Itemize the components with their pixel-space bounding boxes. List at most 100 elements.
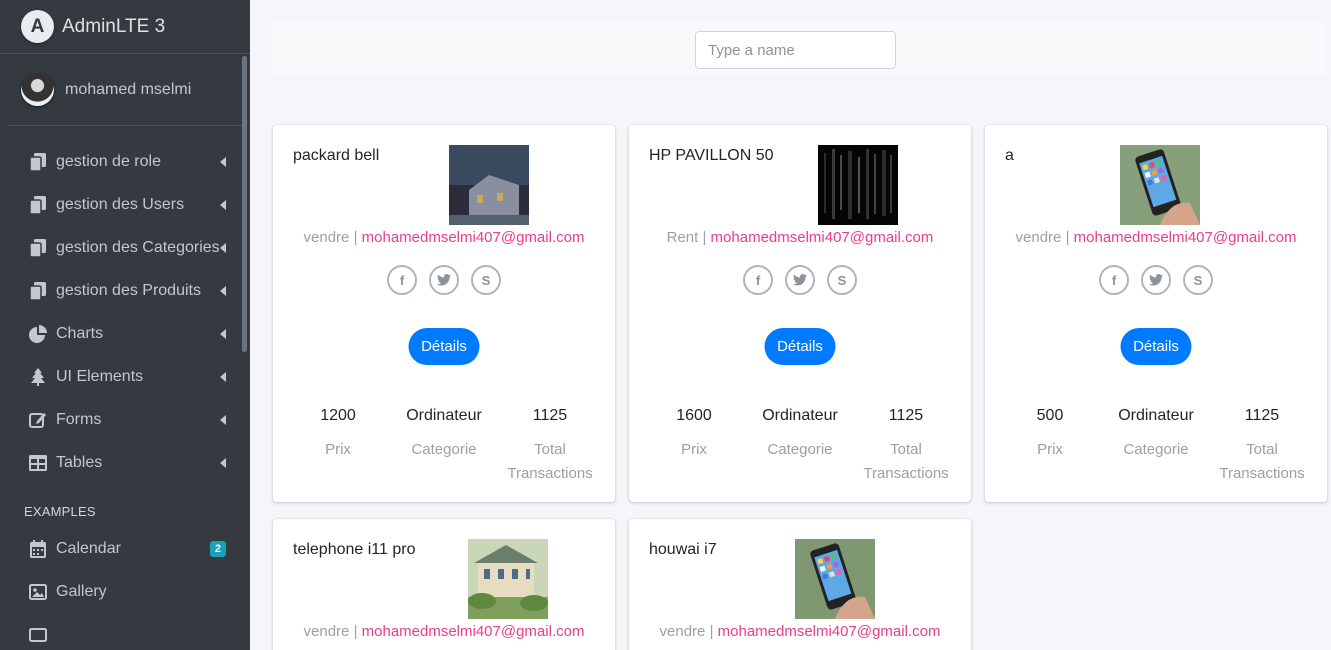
facebook-icon[interactable]: f (1099, 265, 1129, 295)
price-label: Prix (1037, 441, 1063, 458)
product-email[interactable]: mohamedmselmi407@gmail.com (362, 229, 585, 246)
product-mode: vendre (659, 623, 706, 640)
details-button[interactable]: Détails (408, 328, 480, 365)
details-button[interactable]: Détails (764, 328, 836, 365)
stat-price: 1600 Prix (644, 407, 744, 486)
transactions-value: 1125 (888, 407, 924, 424)
chevron-left-icon (220, 328, 226, 339)
product-stats: 1600 Prix Ordinateur Categorie 1125 Total Tr… (641, 407, 959, 486)
stat-price: 1200 Prix (288, 407, 388, 486)
price-label: Prix (681, 441, 707, 458)
transactions-label-line2: Transactions (1219, 465, 1305, 482)
chevron-left-icon (220, 199, 226, 210)
envelope-icon (28, 625, 48, 645)
copy-icon (28, 281, 48, 301)
stat-category: Ordinateur Categorie (1106, 407, 1206, 486)
product-email[interactable]: mohamedmselmi407@gmail.com (711, 229, 934, 246)
separator: | (349, 623, 362, 640)
pie-chart-icon (28, 324, 48, 344)
sidebar-item-charts[interactable]: Charts (0, 312, 250, 355)
product-mode: vendre (303, 229, 350, 246)
product-name: houwai i7 (649, 541, 717, 558)
product-card: a vendre | mohamedmselmi407@gmail.com f … (985, 125, 1327, 502)
sidebar-item-label: gestion de role (56, 152, 161, 170)
separator: | (1061, 229, 1074, 246)
sidebar-item-label: Charts (56, 324, 104, 342)
product-card: HP PAVILLON 50 Rent | mohamedmselmi407@g… (629, 125, 971, 502)
user-name[interactable]: mohamed mselmi (65, 81, 191, 99)
category-value: Ordinateur (762, 407, 838, 424)
skype-icon[interactable]: S (471, 265, 501, 295)
sidebar-item-label: Gallery (56, 582, 107, 600)
sidebar-item-gestion-des-produits[interactable]: gestion des Produits (0, 269, 250, 312)
sidebar-item-label: gestion des Produits (56, 281, 201, 299)
tree-icon (28, 367, 48, 387)
product-name: packard bell (293, 147, 380, 164)
sidebar-scrollbar[interactable] (242, 56, 247, 352)
category-label: Categorie (1123, 441, 1189, 458)
price-label: Prix (325, 441, 351, 458)
details-button[interactable]: Détails (1120, 328, 1192, 365)
skype-icon[interactable]: S (1183, 265, 1213, 295)
copy-icon (28, 195, 48, 215)
transactions-label-line1: Total (890, 441, 922, 458)
price-value: 1600 (676, 407, 712, 424)
product-email[interactable]: mohamedmselmi407@gmail.com (718, 623, 941, 640)
product-image (449, 145, 529, 225)
sidebar-item-gestion-de-role[interactable]: gestion de role (0, 140, 250, 183)
product-meta: vendre | mohamedmselmi407@gmail.com (273, 229, 615, 246)
copy-icon (28, 238, 48, 258)
product-image (1120, 145, 1200, 225)
sidebar-item-gestion-des-users[interactable]: gestion des Users (0, 183, 250, 226)
product-email[interactable]: mohamedmselmi407@gmail.com (1074, 229, 1297, 246)
social-links: f S (629, 265, 971, 295)
social-links: f S (985, 265, 1327, 295)
edit-icon (28, 410, 48, 430)
twitter-icon[interactable] (1141, 265, 1171, 295)
transactions-label-line1: Total (534, 441, 566, 458)
separator: | (698, 229, 711, 246)
search-input[interactable] (695, 31, 896, 69)
sidebar-item-gestion-des-categories[interactable]: gestion des Categories (0, 226, 250, 269)
sidebar-item-partial[interactable] (0, 613, 250, 650)
product-name: a (1005, 147, 1014, 164)
stat-price: 500 Prix (1000, 407, 1100, 486)
product-meta: vendre | mohamedmselmi407@gmail.com (273, 623, 615, 640)
product-email[interactable]: mohamedmselmi407@gmail.com (362, 623, 585, 640)
product-meta: Rent | mohamedmselmi407@gmail.com (629, 229, 971, 246)
sidebar-item-tables[interactable]: Tables (0, 441, 250, 484)
user-panel[interactable]: mohamed mselmi (8, 54, 242, 126)
copy-icon (28, 152, 48, 172)
brand-link[interactable]: A AdminLTE 3 (0, 0, 250, 54)
twitter-icon[interactable] (785, 265, 815, 295)
sidebar-item-ui-elements[interactable]: UI Elements (0, 355, 250, 398)
sidebar-item-forms[interactable]: Forms (0, 398, 250, 441)
transactions-label: Total Transactions (500, 438, 600, 486)
transactions-value: 1125 (1244, 407, 1280, 424)
product-meta: vendre | mohamedmselmi407@gmail.com (985, 229, 1327, 246)
sidebar: A AdminLTE 3 mohamed mselmi gestion de r… (0, 0, 250, 650)
sidebar-nav: gestion de role gestion des Users gestio… (0, 140, 250, 650)
separator: | (349, 229, 362, 246)
twitter-icon[interactable] (429, 265, 459, 295)
social-links: f S (273, 265, 615, 295)
product-stats: 1200 Prix Ordinateur Categorie 1125 Total Tr… (285, 407, 603, 486)
sidebar-item-calendar[interactable]: Calendar 2 (0, 527, 250, 570)
chevron-left-icon (220, 371, 226, 382)
stat-transactions: 1125 Total Transactions (1212, 407, 1312, 486)
chevron-left-icon (220, 457, 226, 468)
sidebar-item-gallery[interactable]: Gallery (0, 570, 250, 613)
product-card: packard bell vendre | mohamedmselmi407@g… (273, 125, 615, 502)
chevron-left-icon (220, 414, 226, 425)
transactions-value: 1125 (532, 407, 568, 424)
price-value: 500 (1036, 407, 1064, 424)
separator: | (705, 623, 718, 640)
stat-category: Ordinateur Categorie (750, 407, 850, 486)
calendar-badge: 2 (209, 540, 226, 557)
facebook-icon[interactable]: f (743, 265, 773, 295)
product-image (818, 145, 898, 225)
stat-category: Ordinateur Categorie (394, 407, 494, 486)
facebook-icon[interactable]: f (387, 265, 417, 295)
skype-icon[interactable]: S (827, 265, 857, 295)
brand-logo: A (21, 10, 54, 43)
